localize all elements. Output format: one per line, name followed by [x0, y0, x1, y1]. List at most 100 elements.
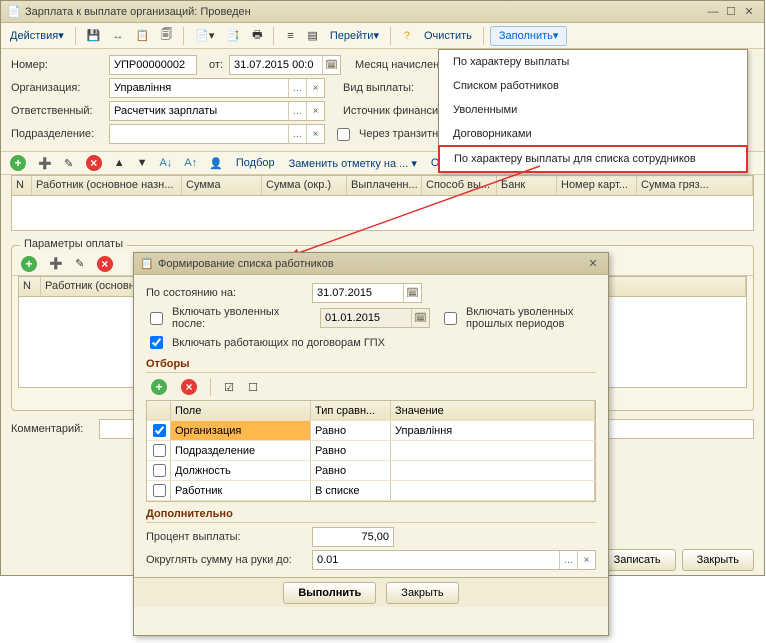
col-gross[interactable]: Сумма гряз... [637, 176, 753, 195]
insert-row-icon[interactable]: ➕ [44, 254, 68, 274]
delete-row-icon[interactable]: × [92, 254, 118, 274]
resp-label: Ответственный: [11, 105, 103, 117]
fcol-field[interactable]: Поле [171, 401, 311, 420]
sort-desc-icon[interactable]: A↑ [179, 153, 202, 173]
report-icon[interactable]: 📑 [221, 26, 245, 46]
col-bank[interactable]: Банк [497, 176, 557, 195]
move-down-icon[interactable]: ▼ [132, 153, 153, 173]
add-row-icon[interactable]: + [5, 153, 31, 173]
filter-row-dept[interactable]: Подразделение Равно [147, 441, 595, 461]
filter-check-icon[interactable]: ☑ [219, 377, 239, 397]
fcol-value[interactable]: Значение [391, 401, 595, 420]
clear-button[interactable]: Очистить [419, 26, 477, 46]
round-field[interactable]: …× [312, 550, 596, 570]
inc-gph-checkbox[interactable] [150, 336, 163, 349]
filter-uncheck-icon[interactable]: ☐ [243, 377, 263, 397]
col-sum[interactable]: Сумма [182, 176, 262, 195]
col-card[interactable]: Номер карт... [557, 176, 637, 195]
add-row-icon[interactable]: + [16, 254, 42, 274]
clear-icon[interactable]: × [306, 102, 324, 120]
clear-icon[interactable]: × [306, 125, 324, 143]
selection-button[interactable]: Подбор [230, 157, 281, 169]
pct-field[interactable] [312, 527, 394, 547]
col-paymethod[interactable]: Способ вы... [422, 176, 497, 195]
inc-fired-past-checkbox[interactable] [444, 312, 457, 325]
copy-doc-icon[interactable]: 📋 [130, 26, 154, 46]
run-button[interactable]: Выполнить [283, 582, 376, 604]
move-up-icon[interactable]: ▲ [109, 153, 130, 173]
clear-icon[interactable]: × [577, 551, 595, 569]
inc-fired-checkbox[interactable] [150, 312, 163, 325]
fill-by-paytype[interactable]: По характеру выплаты [439, 50, 747, 74]
sort-asc-icon[interactable]: A↓ [154, 153, 177, 173]
subcol-n[interactable]: N [19, 277, 41, 296]
close-button[interactable]: Закрыть [682, 549, 754, 571]
fill-menu[interactable]: Заполнить ▾ [490, 26, 568, 46]
actions-menu[interactable]: Действия ▾ [5, 26, 69, 46]
goto-menu[interactable]: Перейти ▾ [325, 26, 384, 46]
select-icon[interactable]: … [288, 125, 306, 143]
help-icon[interactable]: ? [397, 26, 417, 46]
fill-dropdown: По характеру выплаты Списком работников … [438, 49, 748, 173]
filter-org-checkbox[interactable] [153, 424, 166, 437]
edit-row-icon[interactable]: ✎ [59, 153, 79, 173]
calendar-icon[interactable]: 🗓 [322, 56, 340, 74]
undo-post-icon[interactable]: 🗐 [156, 26, 177, 46]
number-field[interactable] [109, 55, 197, 75]
fill-by-fired[interactable]: Уволенными [439, 98, 747, 122]
minimize-button[interactable]: — [704, 6, 722, 18]
struct-icon[interactable]: ▤ [302, 26, 322, 46]
based-on-icon[interactable]: 📄▾ [190, 26, 219, 46]
insert-row-icon[interactable]: ➕ [33, 153, 57, 173]
filters-grid[interactable]: Поле Тип сравн... Значение Организация Р… [146, 400, 596, 502]
col-employee[interactable]: Работник (основное назн... [32, 176, 182, 195]
select-icon[interactable]: … [559, 551, 577, 569]
filter-del-icon[interactable]: × [176, 377, 202, 397]
maximize-button[interactable]: ☐ [722, 5, 740, 18]
filter-position-checkbox[interactable] [153, 464, 166, 477]
close-button[interactable]: ✕ [740, 5, 758, 18]
employees-grid[interactable]: N Работник (основное назн... Сумма Сумма… [11, 175, 754, 231]
fill-by-employee-list[interactable]: Списком работников [439, 74, 747, 98]
filter-row-position[interactable]: Должность Равно [147, 461, 595, 481]
round-label: Округлять сумму на руки до: [146, 554, 306, 566]
post-icon[interactable]: ↔ [107, 26, 128, 46]
resp-field[interactable]: …× [109, 101, 325, 121]
dept-field[interactable]: …× [109, 124, 325, 144]
col-paid[interactable]: Выплаченн... [347, 176, 422, 195]
delete-row-icon[interactable]: × [81, 153, 107, 173]
person-icon[interactable]: 👤 [204, 153, 228, 173]
replace-mark-button[interactable]: Заменить отметку на ... ▾ [283, 157, 423, 170]
filter-row-employee[interactable]: Работник В списке [147, 481, 595, 501]
transit-checkbox[interactable] [337, 128, 350, 141]
fcol-chk[interactable] [147, 401, 171, 420]
org-field[interactable]: …× [109, 78, 325, 98]
modal-close-button[interactable]: Закрыть [386, 582, 458, 604]
calendar-icon[interactable]: 🗓 [411, 309, 429, 327]
modal-close-icon[interactable]: ✕ [584, 257, 602, 270]
main-toolbar: Действия ▾ 💾 ↔ 📋 🗐 📄▾ 📑 🖶 ≡ ▤ Перейти ▾ … [1, 23, 764, 49]
inc-fired-date-field[interactable]: 🗓 [320, 308, 430, 328]
col-sum-round[interactable]: Сумма (окр.) [262, 176, 347, 195]
asof-field[interactable]: 🗓 [312, 283, 422, 303]
filter-add-icon[interactable]: + [146, 377, 172, 397]
filter-dept-checkbox[interactable] [153, 444, 166, 457]
select-icon[interactable]: … [288, 79, 306, 97]
select-icon[interactable]: … [288, 102, 306, 120]
calendar-icon[interactable]: 🗓 [403, 284, 421, 302]
save-icon[interactable]: 💾 [82, 26, 106, 46]
filter-row-org[interactable]: Организация Равно Управління [147, 421, 595, 441]
fill-by-contractors[interactable]: Договорниками [439, 122, 747, 146]
filter-employee-checkbox[interactable] [153, 484, 166, 497]
date-field[interactable]: 🗓 [229, 55, 341, 75]
clear-icon[interactable]: × [306, 79, 324, 97]
modal-titlebar: 📋 Формирование списка работников ✕ [134, 253, 608, 275]
list-icon[interactable]: ≡ [280, 26, 300, 46]
main-titlebar: 📄 Зарплата к выплате организаций: Провед… [1, 1, 764, 23]
save-button[interactable]: Записать [599, 549, 676, 571]
fill-by-paytype-for-list[interactable]: По характеру выплаты для списка сотрудни… [438, 145, 748, 173]
col-n[interactable]: N [12, 176, 32, 195]
print-icon[interactable]: 🖶 [247, 26, 267, 46]
edit-row-icon[interactable]: ✎ [70, 254, 90, 274]
fcol-compare[interactable]: Тип сравн... [311, 401, 391, 420]
